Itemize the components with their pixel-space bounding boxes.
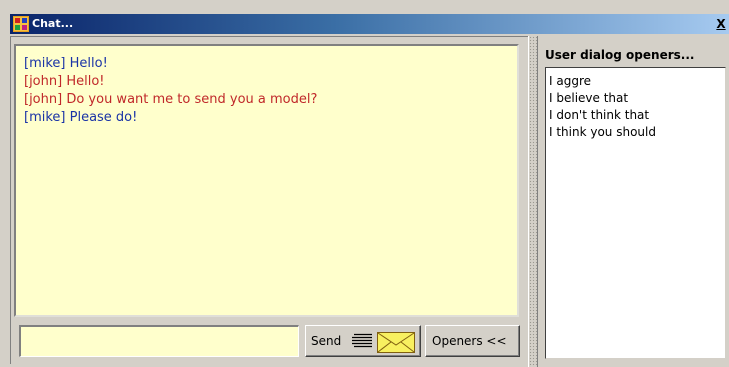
opener-item[interactable]: I don't think that: [549, 107, 722, 124]
lines-icon: [352, 333, 372, 348]
chat-message: [john] Do you want me to send you a mode…: [24, 92, 318, 107]
message-input[interactable]: [19, 325, 299, 357]
chat-message: [john] Hello!: [24, 74, 105, 89]
openers-title: User dialog openers...: [545, 48, 695, 62]
chat-message: [mike] Please do!: [24, 110, 138, 125]
openers-list[interactable]: I aggre I believe that I don't think tha…: [545, 67, 726, 359]
openers-toggle-button[interactable]: Openers <<: [425, 325, 520, 357]
chat-window: Chat... X [mike] Hello! [john] Hello! [j…: [0, 0, 729, 367]
send-button[interactable]: Send: [305, 325, 421, 357]
openers-button-label: Openers <<: [432, 334, 507, 348]
panel-splitter[interactable]: [528, 36, 538, 367]
window-title: Chat...: [32, 17, 74, 30]
send-button-label: Send: [311, 334, 342, 348]
close-icon[interactable]: X: [713, 16, 729, 32]
title-bar[interactable]: Chat... X: [10, 14, 729, 34]
chat-log[interactable]: [mike] Hello! [john] Hello! [john] Do yo…: [14, 44, 519, 317]
app-icon: [13, 16, 29, 32]
envelope-icon: [377, 332, 415, 353]
chat-message: [mike] Hello!: [24, 56, 108, 71]
opener-item[interactable]: I aggre: [549, 73, 722, 90]
opener-item[interactable]: I believe that: [549, 90, 722, 107]
opener-item[interactable]: I think you should: [549, 124, 722, 141]
